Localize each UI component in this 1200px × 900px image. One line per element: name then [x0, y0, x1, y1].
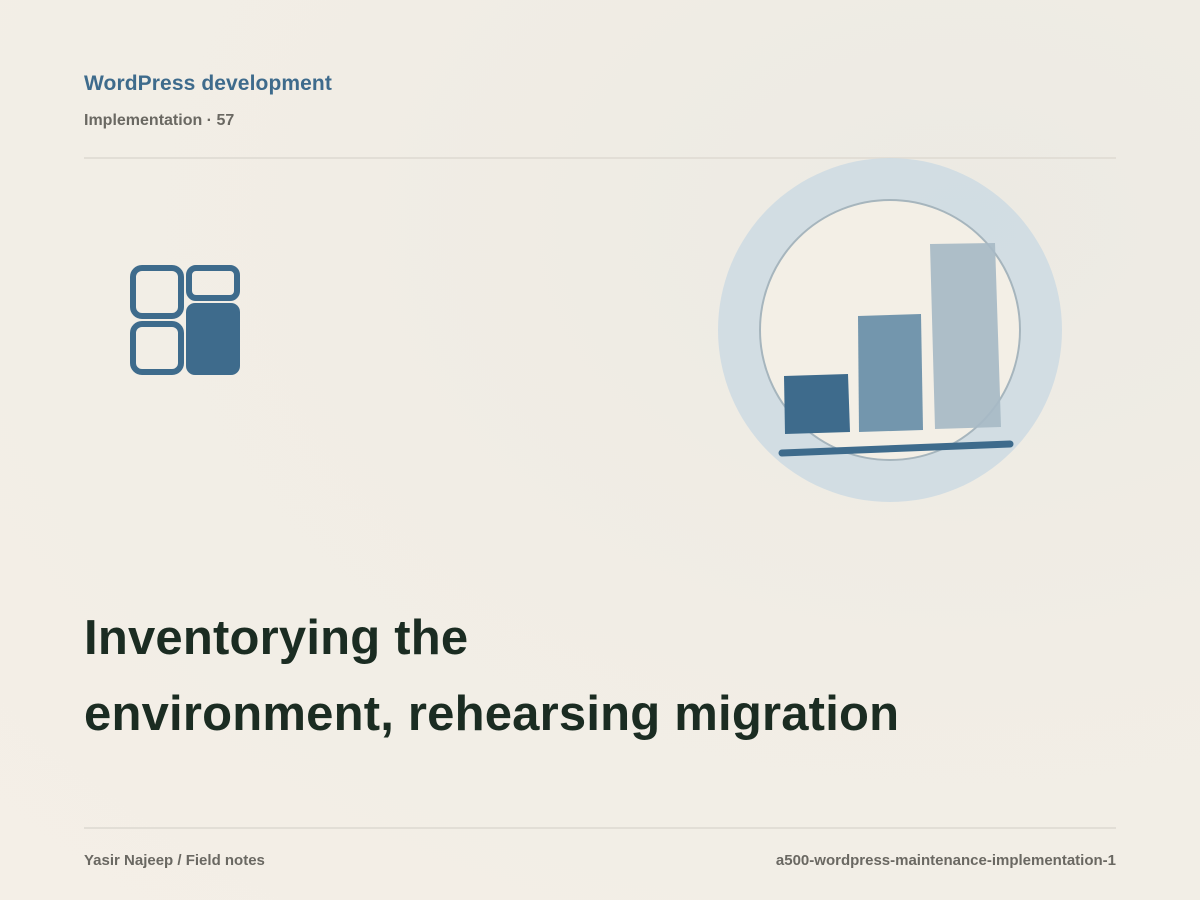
headline-line-1: Inventorying the [84, 611, 469, 665]
brand-title: WordPress development [84, 72, 332, 95]
headline-line-2: environment, rehearsing migration [84, 687, 900, 741]
cover-card: WordPress development Implementation · 5… [0, 0, 1200, 900]
bar-chart-icon [718, 158, 1062, 502]
bottom-divider [84, 827, 1116, 829]
dashboard-grid-icon [130, 265, 240, 375]
section-meta: Implementation · 57 [84, 112, 235, 129]
author-credit: Yasir Najeep / Field notes [84, 852, 265, 869]
page-headline: Inventorying the environment, rehearsing… [84, 600, 899, 752]
document-slug: a500-wordpress-maintenance-implementatio… [775, 852, 1116, 869]
